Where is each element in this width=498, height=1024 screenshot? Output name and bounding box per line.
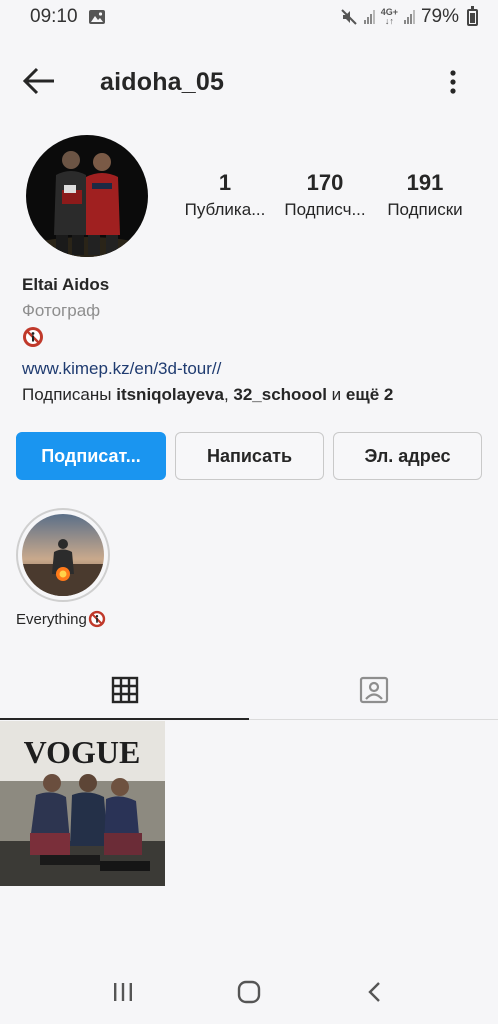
post-magazine-title: VOGUE <box>24 734 141 770</box>
network-type: 4G+ ↓↑ <box>380 7 398 26</box>
stat-count: 170 <box>306 170 344 195</box>
stat-label: Подписч... <box>284 200 366 219</box>
system-nav-bar <box>0 960 498 1024</box>
profile-tabs <box>0 660 498 720</box>
more-vertical-icon[interactable] <box>445 66 461 98</box>
profile-category: Фотограф <box>22 301 101 320</box>
followed-by[interactable]: Подписаны itsniqolayeva, 32_schoool и ещ… <box>22 382 482 408</box>
no-entry-icon <box>88 610 106 628</box>
profile-actions: Подписат... Написать Эл. адрес <box>16 432 482 480</box>
cell-signal-icon <box>403 10 415 24</box>
post-thumbnail[interactable]: VOGUE <box>0 721 165 886</box>
stat-count: 1 <box>218 170 232 195</box>
highlight-label: Everything <box>16 610 106 628</box>
arrow-left-icon[interactable] <box>22 66 56 96</box>
back-chevron-icon[interactable] <box>360 977 390 1007</box>
home-icon[interactable] <box>234 977 264 1007</box>
tab-tagged[interactable] <box>249 660 498 719</box>
email-button[interactable]: Эл. адрес <box>333 432 482 480</box>
stat-followers[interactable]: 170 Подписч... <box>275 170 375 220</box>
avatar[interactable] <box>26 135 148 257</box>
message-button[interactable]: Написать <box>175 432 324 480</box>
highlight-cover <box>22 514 104 596</box>
battery-percent: 79% <box>420 6 459 27</box>
stat-label: Публика... <box>184 200 266 219</box>
story-highlight[interactable]: Everything <box>16 508 112 628</box>
stat-posts[interactable]: 1 Публика... <box>175 170 275 220</box>
recent-apps-icon[interactable] <box>108 977 138 1007</box>
profile-username: aidoha_05 <box>100 68 225 96</box>
stat-count: 191 <box>406 170 444 195</box>
stat-label: Подписки <box>387 200 463 219</box>
status-bar: 09:10 4G+ ↓↑ 79% <box>0 0 498 34</box>
bio-website-link[interactable]: www.kimep.kz/en/3d-tour// <box>22 356 482 382</box>
mute-icon <box>340 9 357 25</box>
tab-posts-grid[interactable] <box>0 660 249 720</box>
battery-icon <box>467 5 478 26</box>
profile-full-name: Eltai Aidos <box>22 275 110 294</box>
grid-icon <box>111 676 138 703</box>
follow-button[interactable]: Подписат... <box>16 432 166 480</box>
no-entry-icon <box>23 327 43 347</box>
profile-stats: 1 Публика... 170 Подписч... 191 Подписки <box>175 170 475 220</box>
profile-header: aidoha_05 <box>0 60 498 102</box>
wifi-signal-icon <box>363 10 375 24</box>
gallery-notification-icon <box>88 10 105 24</box>
highlight-ring <box>16 508 110 602</box>
profile-bio: Eltai Aidos Фотограф www.kimep.kz/en/3d-… <box>22 272 482 408</box>
stat-following[interactable]: 191 Подписки <box>375 170 475 220</box>
tagged-person-icon <box>359 676 388 703</box>
status-time: 09:10 <box>30 6 78 27</box>
